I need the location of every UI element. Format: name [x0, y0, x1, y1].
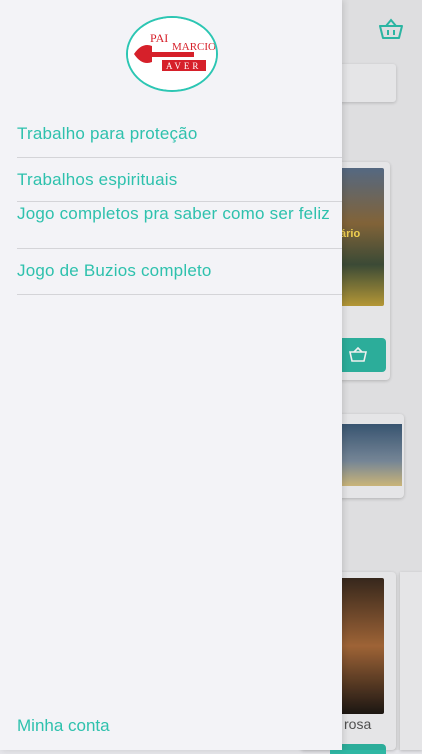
svg-text:AVER: AVER — [166, 61, 201, 71]
menu-item-jogo-completos[interactable]: Jogo completos pra saber como ser feliz — [17, 202, 342, 249]
navigation-drawer: PAI MARCIO AVER Trabalho para proteção T… — [0, 0, 342, 750]
my-account-link[interactable]: Minha conta — [17, 716, 110, 736]
menu-item-label: Jogo completos pra saber como ser feliz — [17, 204, 330, 223]
menu-item-espirituais[interactable]: Trabalhos espirituais — [17, 158, 342, 202]
svg-text:PAI: PAI — [150, 31, 168, 45]
brand-logo: PAI MARCIO AVER — [126, 16, 218, 92]
menu-item-label: Jogo de Buzios completo — [17, 261, 212, 280]
drawer-menu: Trabalho para proteção Trabalhos espirit… — [17, 112, 342, 295]
menu-item-protecao[interactable]: Trabalho para proteção — [17, 112, 342, 158]
svg-text:MARCIO: MARCIO — [172, 41, 216, 53]
menu-item-label: Trabalho para proteção — [17, 124, 198, 143]
menu-item-buzios[interactable]: Jogo de Buzios completo — [17, 249, 342, 295]
menu-item-label: Trabalhos espirituais — [17, 170, 178, 189]
